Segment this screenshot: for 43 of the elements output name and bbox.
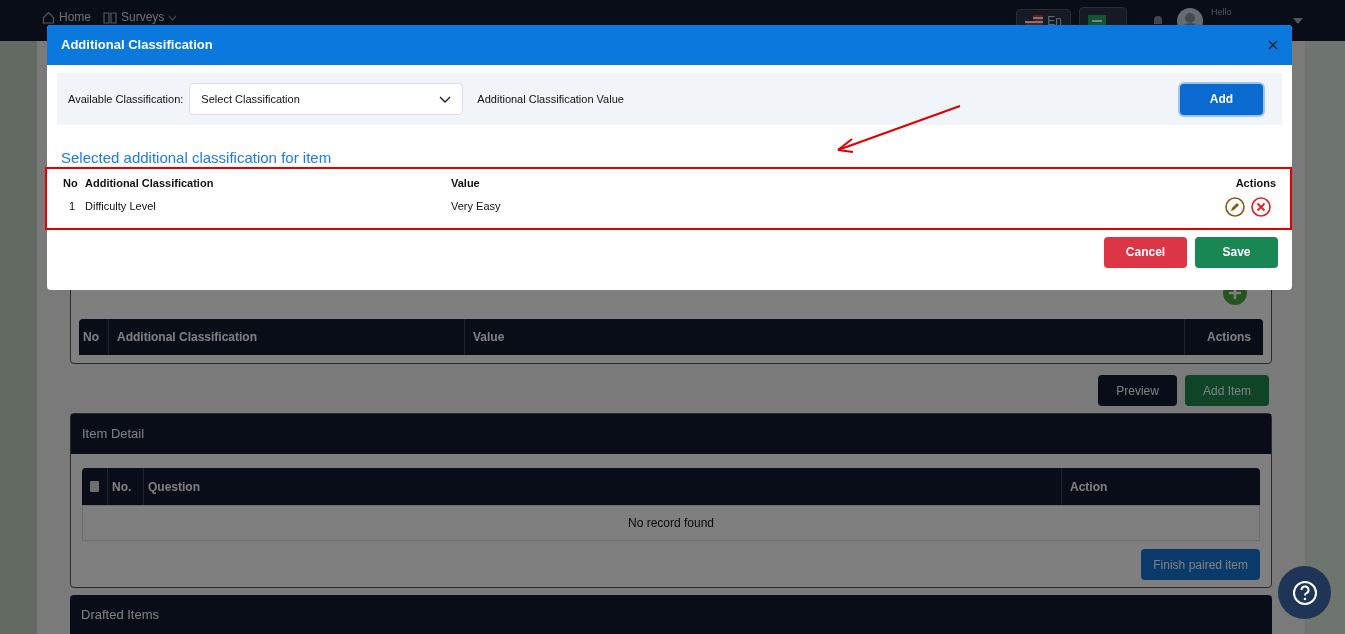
close-icon[interactable] <box>1268 40 1278 50</box>
delete-icon[interactable] <box>1251 196 1271 217</box>
card-header: Drafted Items <box>70 595 1272 634</box>
column-header: Additional Classification <box>109 319 465 356</box>
classification-select[interactable]: Select Classification <box>189 83 464 115</box>
empty-message: No record found <box>82 505 1260 542</box>
table-cell-text: Very Easy <box>451 199 502 215</box>
column-header: Value <box>465 319 1185 356</box>
caret-icon <box>168 14 178 21</box>
home-icon <box>42 11 55 24</box>
flag-icon <box>1088 14 1106 27</box>
add-item-button[interactable]: Add Item <box>1184 375 1269 407</box>
edit-icon[interactable] <box>1225 196 1245 217</box>
save-button[interactable]: Save <box>1195 236 1278 268</box>
chevron-icon <box>439 95 452 103</box>
card-header: Item Detail <box>71 414 1271 455</box>
column-header: No <box>63 176 79 192</box>
modal-title: Additional Classification <box>61 36 213 55</box>
nav-link[interactable]: Home <box>42 11 91 24</box>
nav-link[interactable]: Surveys <box>103 11 178 24</box>
preview-button[interactable]: Preview <box>1098 375 1177 407</box>
column-header: No <box>79 319 109 356</box>
column-header: Value <box>451 176 481 192</box>
column-header: Action <box>1069 478 1109 496</box>
column-header: Actions <box>1206 329 1252 347</box>
section-title: Selected additional classification for item <box>61 148 333 168</box>
column-header: Actions <box>1234 176 1276 192</box>
add-button[interactable]: Add <box>1180 83 1263 115</box>
table-cell-text: 1 <box>68 199 77 215</box>
column-header: Question <box>144 468 1062 506</box>
user-greeting: Hello <box>1211 6 1233 19</box>
field-label: Available Classification: <box>68 91 184 107</box>
checkbox[interactable] <box>90 481 99 493</box>
flag-icon <box>1025 14 1044 27</box>
field-label: Additional Classification Value <box>477 91 624 107</box>
cancel-button[interactable]: Cancel <box>1104 236 1187 268</box>
help-icon <box>1291 579 1318 606</box>
finish-button[interactable]: Finish paired item <box>1141 549 1260 581</box>
column-header: No. <box>108 468 144 506</box>
column-header: Additional Classification <box>85 176 215 192</box>
caret-icon[interactable] <box>1293 17 1303 24</box>
table-cell-text: Difficulty Level <box>85 199 157 215</box>
book-icon <box>103 11 117 24</box>
